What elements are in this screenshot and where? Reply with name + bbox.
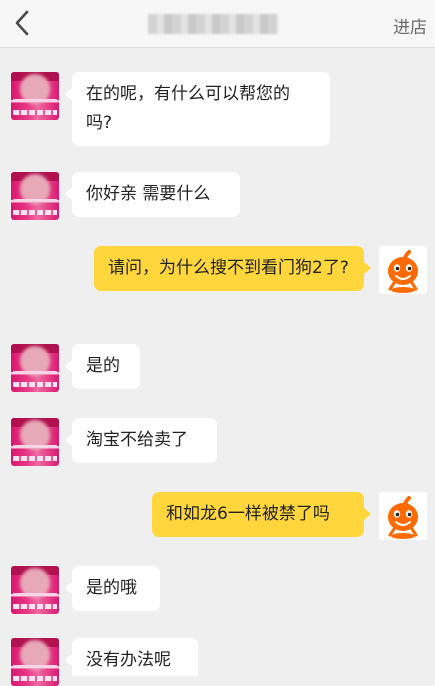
shop-avatar[interactable] [11,418,59,466]
message-bubble[interactable]: 你好亲 需要什么 [65,172,240,217]
orange-mascot-icon [388,496,418,539]
enter-shop-button[interactable]: 进店 [393,13,427,38]
orange-mascot-icon [388,250,418,293]
user-avatar[interactable] [379,492,427,540]
shop-avatar[interactable] [11,566,59,614]
message-bubble[interactable]: 没有办法呢 [65,638,198,676]
message-bubble[interactable]: 在的呢，有什么可以帮您的吗? [65,72,330,146]
message-bubble[interactable]: 淘宝不给卖了 [65,418,217,463]
chat-title [148,14,278,34]
back-button[interactable] [8,6,40,40]
shop-avatar[interactable] [11,638,59,686]
user-avatar[interactable] [379,246,427,294]
shop-avatar[interactable] [11,344,59,392]
message-bubble[interactable]: 请问，为什么搜不到看门狗2了? [94,246,371,291]
shop-avatar[interactable] [11,72,59,120]
chat-header: 进店 [0,0,435,48]
message-bubble[interactable]: 和如龙6一样被禁了吗 [152,492,371,537]
message-bubble[interactable]: 是的 [65,344,140,389]
message-bubble[interactable]: 是的哦 [65,566,160,611]
chevron-left-icon [15,10,29,36]
shop-avatar[interactable] [11,172,59,220]
